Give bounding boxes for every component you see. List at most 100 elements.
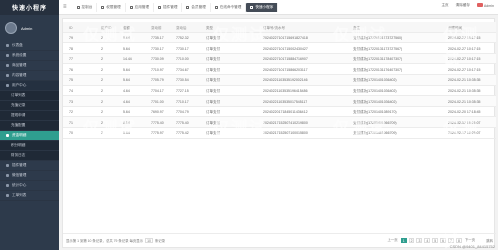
clear-cache-button[interactable]: 清除缓存 [456, 3, 470, 8]
page-button[interactable]: 8 [455, 238, 462, 243]
table-row[interactable]: 74 2 4.64 7704.17 7727.15 订单支付 202402211035351… [63, 86, 496, 97]
table-row[interactable]: 77 2 14.44 7730.09 7710.00 订单支付 20240227101715… [63, 53, 496, 65]
table-cell: 订单支付 [206, 131, 220, 136]
app-title: 快速小程序 [0, 0, 59, 15]
prev-page-button[interactable]: 上一页 [387, 238, 399, 243]
column-header: 备注 [353, 25, 360, 30]
notification-badge [477, 3, 483, 7]
sidebar-item-label: 微信管理 [12, 173, 27, 177]
table-row[interactable]: 78 2 5.64 7730.17 7730.17 订单支付 202402271017150… [63, 43, 496, 54]
tab-permissions[interactable]: 权限管理 [97, 2, 126, 12]
table-cell: 7710.00 [176, 57, 189, 62]
page-button[interactable]: 5 [432, 238, 439, 243]
menu-icon [6, 164, 9, 167]
sidebar-item-label: 插件管理 [12, 163, 27, 167]
table-cell: 2024-02-21 10:35:35 [448, 89, 481, 94]
column-header: 订单号/流水号 [263, 25, 285, 30]
table-cell: 2024-02-21 10:35:35 [448, 99, 481, 104]
sidebar-item-recharge[interactable]: 充值记录 [0, 101, 59, 111]
table-cell: 7730.17 [151, 46, 164, 51]
tab-members[interactable]: 会员管理 [182, 2, 211, 12]
tab-icon [101, 5, 105, 9]
table-cell: 7775.42 [176, 131, 189, 136]
table-cell: 2 [101, 36, 103, 41]
sidebar-item-stats[interactable]: 统计中心 [0, 181, 59, 191]
admin-name: Admin [483, 4, 494, 8]
sidebar-item-orders[interactable]: 订单列表 [0, 91, 59, 101]
table-cell: 76 [69, 67, 73, 72]
table-cell: 支付成功(17220131178407307) [353, 57, 403, 62]
sidebar: 快速小程序 Admin 仪表盘 系统设置 商品管理 内容管理 用户中心 订单列表… [0, 0, 59, 250]
sidebar-item-dashboard[interactable]: 仪表盘 [0, 41, 59, 51]
table-row[interactable]: 71 2 6.14 7775.40 7775.40 订单支付 202402171525074… [63, 117, 496, 128]
table-row[interactable]: 73 2 4.64 7701.00 7710.17 订单支付 202402211035350… [63, 96, 496, 107]
table-cell: 7701.00 [151, 99, 164, 104]
tab-console[interactable]: 控制台 [73, 2, 98, 12]
table-cell: 5.64 [123, 131, 130, 136]
sidebar-item-user-center[interactable]: 用户中心 [0, 81, 59, 91]
table-cell: 20240220171845011436412 [263, 110, 308, 115]
user-panel[interactable]: Admin [0, 15, 59, 41]
table-cell: 20240227101715884716907 [263, 57, 308, 62]
sidebar-item-points[interactable]: 积分明细 [0, 141, 59, 151]
sidebar-item-plugins[interactable]: 插件管理 [0, 161, 59, 171]
page-button[interactable]: 6 [440, 238, 447, 243]
tab-miniprogram[interactable]: 快速小程序 [246, 2, 279, 12]
sidebar-item-finance-log[interactable]: 财务日志 [0, 151, 59, 161]
table-row[interactable]: 72 2 5.64 7690.97 7704.79 订单支付 202402201718450… [63, 107, 496, 118]
sidebar-item-system[interactable]: 系统设置 [0, 51, 59, 61]
table-row[interactable]: 75 2 5.64 7705.79 7730.54 订单支付 202402211035351… [63, 74, 496, 86]
sidebar-item-label: 充值配置 [11, 123, 26, 127]
table-cell: 7730.54 [176, 78, 189, 83]
home-link[interactable]: 主页 [441, 3, 448, 8]
column-header: 创建时间 [448, 25, 462, 30]
sidebar-item-wechat[interactable]: 微信管理 [0, 171, 59, 181]
tab-icon [186, 5, 190, 9]
sidebar-item-withdraw[interactable]: 提现申请 [0, 111, 59, 121]
table-cell: 4.64 [123, 89, 130, 94]
menu-icon [6, 44, 9, 47]
goto-button[interactable]: 跳转 [486, 238, 493, 243]
tab-icon [158, 5, 162, 9]
table-cell: 2024-02-20 17:18:45 [448, 110, 481, 115]
table-cell: 20240221103535192002146 [263, 78, 308, 83]
table-cell: 2024-02-27 10:17:15 [448, 57, 481, 62]
admin-menu[interactable]: Admin [477, 3, 494, 8]
table-cell: 7704.17 [151, 89, 164, 94]
table-cell: 支付成功(17201401066709) [353, 120, 397, 125]
sidebar-item-funds[interactable]: 资金明细 [0, 131, 59, 141]
tab-commands[interactable]: 在线命令管理 [211, 2, 247, 12]
table-row[interactable]: 79 2 5.64 7735.17 7752.32 订单支付 202402271017156… [63, 32, 496, 44]
tab-label: 权限管理 [106, 4, 121, 9]
table-cell: 7775.97 [151, 131, 164, 136]
table-cell: 7775.40 [176, 120, 189, 125]
table-cell: 2 [101, 78, 103, 83]
table-cell: 78 [69, 46, 73, 51]
tab-plugins[interactable]: 插件管理 [154, 2, 183, 12]
table-row[interactable]: 70 2 5.64 7775.97 7775.42 订单支付 202402171525071… [63, 128, 496, 139]
next-page-button[interactable]: 下一页 [464, 238, 476, 243]
table-cell: 2 [101, 120, 103, 125]
pager-suffix: 条记录 [154, 239, 166, 243]
tab-apps[interactable]: 应用管理 [126, 2, 155, 12]
menu-icon [6, 134, 9, 137]
page-button[interactable]: 1 [400, 238, 407, 243]
watermark: 仅测试 [213, 210, 268, 227]
sidebar-item-goods[interactable]: 商品管理 [0, 61, 59, 71]
page-button[interactable]: 2 [408, 238, 415, 243]
page-button[interactable]: 7 [448, 238, 454, 243]
sidebar-item-content[interactable]: 内容管理 [0, 71, 59, 81]
table-cell: 70 [69, 131, 73, 136]
menu-toggle-icon[interactable]: ≡ [63, 4, 67, 10]
sidebar-item-recharge-config[interactable]: 充值配置 [0, 121, 59, 131]
page-button[interactable]: 4 [424, 238, 431, 243]
page-size-select[interactable]: 10 [145, 238, 153, 243]
table-cell: 77 [69, 57, 73, 62]
table-cell: 支付成功(17201401089170) [353, 110, 397, 115]
table-row[interactable]: 76 2 5.64 7710.97 7734.67 订单支付 202402271017158… [63, 64, 496, 75]
sidebar-item-tickets[interactable]: 工单列表 [0, 191, 59, 201]
page-button[interactable]: 3 [416, 238, 423, 243]
column-header: 类型 [206, 25, 213, 30]
top-right-actions: 主页 清除缓存 Admin [441, 3, 494, 8]
table-cell: 20240227101715866203117 [263, 67, 308, 72]
